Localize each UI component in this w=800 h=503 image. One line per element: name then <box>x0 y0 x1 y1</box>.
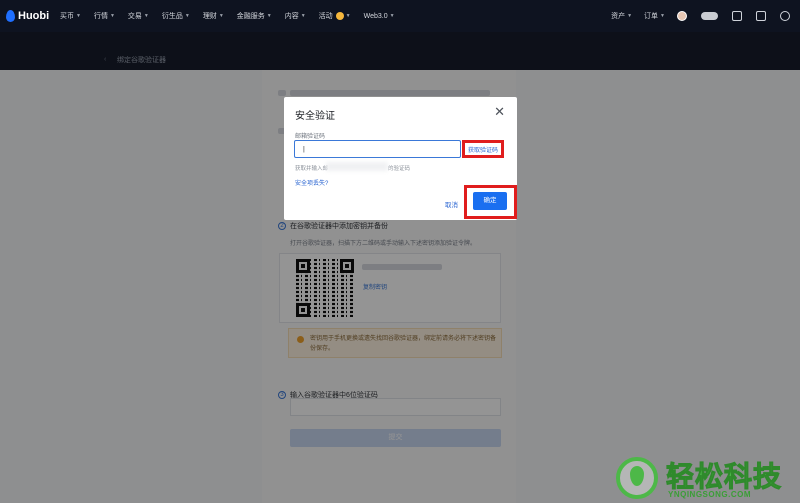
globe-icon[interactable] <box>780 11 790 21</box>
cancel-button[interactable]: 取消 <box>445 199 458 209</box>
chevron-down-icon: ▼ <box>345 13 351 19</box>
nav-item-buy[interactable]: 买币 ▼ <box>60 11 81 21</box>
masked-email <box>326 162 388 171</box>
confirm-button[interactable]: 确定 <box>473 192 507 210</box>
nav-item-finance[interactable]: 金融服务 ▼ <box>237 11 272 21</box>
nav-item-web3[interactable]: Web3.0 ▼ <box>364 13 395 20</box>
nav-item-earn[interactable]: 理财 ▼ <box>203 11 224 21</box>
nav-menu: 买币 ▼ 行情 ▼ 交易 ▼ 衍生品 ▼ 理财 ▼ 金融服务 ▼ 内容 ▼ 活动 ▼ Web3.… <box>60 11 408 21</box>
huobi-logo[interactable]: Huobi <box>6 10 60 22</box>
message-icon[interactable] <box>732 11 742 21</box>
account-pill-icon[interactable] <box>701 12 718 20</box>
flame-icon <box>6 10 15 22</box>
chevron-down-icon: ▼ <box>184 13 190 19</box>
watermark-brand: 轻松科技 <box>665 461 783 493</box>
close-icon[interactable]: ✕ <box>494 105 505 118</box>
nav-right: 资产 ▼ 订单 ▼ <box>611 0 790 32</box>
avatar[interactable] <box>677 11 687 21</box>
security-item-lost-link[interactable]: 安全项丢失? <box>295 178 328 187</box>
chevron-down-icon: ▼ <box>109 13 115 19</box>
chevron-down-icon: ▼ <box>389 13 395 19</box>
nav-item-orders[interactable]: 订单 ▼ <box>644 11 665 21</box>
nav-item-content[interactable]: 内容 ▼ <box>285 11 306 21</box>
nav-item-markets[interactable]: 行情 ▼ <box>94 11 115 21</box>
email-code-field[interactable] <box>294 140 461 158</box>
logo-text: Huobi <box>18 10 50 22</box>
download-icon[interactable] <box>756 11 766 21</box>
get-code-button[interactable]: 获取验证码 <box>462 140 504 158</box>
chevron-down-icon: ▼ <box>300 13 306 19</box>
chevron-down-icon: ▼ <box>143 13 149 19</box>
nav-item-trade[interactable]: 交易 ▼ <box>128 11 149 21</box>
watermark-url: YNQINGSONG.COM <box>668 490 752 499</box>
nav-item-assets[interactable]: 资产 ▼ <box>611 11 632 21</box>
email-code-label: 邮箱验证码 <box>295 134 326 140</box>
modal-title: 安全验证 <box>295 111 335 122</box>
chevron-down-icon: ▼ <box>218 13 224 19</box>
nav-item-events[interactable]: 活动 ▼ <box>319 11 351 21</box>
event-badge-icon <box>335 12 344 20</box>
chevron-down-icon: ▼ <box>660 13 665 19</box>
chevron-down-icon: ▼ <box>76 13 81 19</box>
watermark-logo: 轻松科技 YNQINGSONG.COM <box>614 453 800 503</box>
chevron-down-icon: ▼ <box>627 13 633 19</box>
top-nav: Huobi 买币 ▼ 行情 ▼ 交易 ▼ 衍生品 ▼ 理财 ▼ 金融服务 ▼ 内容 ▼ 活动 ▼… <box>0 0 800 32</box>
nav-item-derivatives[interactable]: 衍生品 ▼ <box>162 11 190 21</box>
chevron-down-icon: ▼ <box>266 13 272 19</box>
